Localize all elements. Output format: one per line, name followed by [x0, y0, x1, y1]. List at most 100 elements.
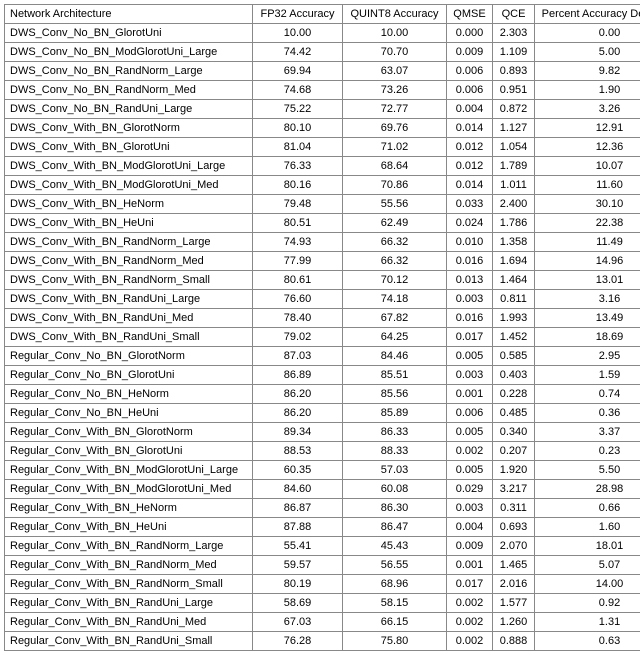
table-body: DWS_Conv_No_BN_GlorotUni10.0010.000.0002… — [5, 24, 640, 651]
cell-fp32: 67.03 — [253, 613, 343, 632]
cell-qce: 2.016 — [493, 575, 535, 594]
cell-arch: DWS_Conv_No_BN_RandNorm_Large — [5, 62, 253, 81]
cell-pad: 0.74 — [535, 385, 640, 404]
cell-qce: 1.464 — [493, 271, 535, 290]
cell-qmse: 0.004 — [447, 100, 493, 119]
cell-qmse: 0.002 — [447, 442, 493, 461]
cell-quint8: 63.07 — [343, 62, 447, 81]
cell-quint8: 75.80 — [343, 632, 447, 651]
table-row: Regular_Conv_With_BN_RandNorm_Med59.5756… — [5, 556, 640, 575]
cell-fp32: 79.48 — [253, 195, 343, 214]
cell-fp32: 88.53 — [253, 442, 343, 461]
table-row: DWS_Conv_With_BN_RandNorm_Large74.9366.3… — [5, 233, 640, 252]
cell-qce: 0.228 — [493, 385, 535, 404]
cell-pad: 0.00 — [535, 24, 640, 43]
cell-qce: 1.011 — [493, 176, 535, 195]
cell-arch: Regular_Conv_With_BN_RandNorm_Small — [5, 575, 253, 594]
cell-arch: Regular_Conv_With_BN_RandNorm_Large — [5, 537, 253, 556]
cell-arch: DWS_Conv_No_BN_RandUni_Large — [5, 100, 253, 119]
cell-quint8: 66.32 — [343, 252, 447, 271]
cell-pad: 5.50 — [535, 461, 640, 480]
cell-fp32: 77.99 — [253, 252, 343, 271]
cell-arch: DWS_Conv_With_BN_ModGlorotUni_Med — [5, 176, 253, 195]
col-qce: QCE — [493, 5, 535, 24]
cell-qmse: 0.009 — [447, 43, 493, 62]
cell-pad: 5.07 — [535, 556, 640, 575]
cell-qmse: 0.005 — [447, 347, 493, 366]
cell-qce: 3.217 — [493, 480, 535, 499]
cell-qce: 2.303 — [493, 24, 535, 43]
cell-qce: 1.789 — [493, 157, 535, 176]
table-row: DWS_Conv_With_BN_ModGlorotUni_Med80.1670… — [5, 176, 640, 195]
cell-qmse: 0.001 — [447, 385, 493, 404]
cell-pad: 28.98 — [535, 480, 640, 499]
cell-arch: Regular_Conv_With_BN_HeUni — [5, 518, 253, 537]
cell-fp32: 84.60 — [253, 480, 343, 499]
cell-qce: 0.872 — [493, 100, 535, 119]
cell-arch: DWS_Conv_With_BN_RandNorm_Med — [5, 252, 253, 271]
cell-qce: 1.260 — [493, 613, 535, 632]
cell-qmse: 0.012 — [447, 138, 493, 157]
col-fp32: FP32 Accuracy — [253, 5, 343, 24]
table-row: Regular_Conv_With_BN_HeUni87.8886.470.00… — [5, 518, 640, 537]
cell-arch: DWS_Conv_With_BN_ModGlorotUni_Large — [5, 157, 253, 176]
cell-quint8: 56.55 — [343, 556, 447, 575]
cell-quint8: 73.26 — [343, 81, 447, 100]
cell-pad: 14.00 — [535, 575, 640, 594]
cell-fp32: 55.41 — [253, 537, 343, 556]
cell-arch: DWS_Conv_With_BN_RandNorm_Large — [5, 233, 253, 252]
table-row: Regular_Conv_No_BN_HeUni86.2085.890.0060… — [5, 404, 640, 423]
cell-qmse: 0.006 — [447, 62, 493, 81]
cell-arch: Regular_Conv_With_BN_RandUni_Med — [5, 613, 253, 632]
cell-quint8: 84.46 — [343, 347, 447, 366]
cell-pad: 3.26 — [535, 100, 640, 119]
cell-fp32: 86.20 — [253, 404, 343, 423]
cell-quint8: 67.82 — [343, 309, 447, 328]
cell-qce: 1.054 — [493, 138, 535, 157]
table-row: DWS_Conv_No_BN_ModGlorotUni_Large74.4270… — [5, 43, 640, 62]
cell-pad: 12.91 — [535, 119, 640, 138]
cell-qmse: 0.024 — [447, 214, 493, 233]
cell-quint8: 86.33 — [343, 423, 447, 442]
cell-arch: DWS_Conv_No_BN_RandNorm_Med — [5, 81, 253, 100]
cell-fp32: 86.89 — [253, 366, 343, 385]
cell-arch: DWS_Conv_With_BN_RandUni_Large — [5, 290, 253, 309]
cell-fp32: 10.00 — [253, 24, 343, 43]
cell-quint8: 85.51 — [343, 366, 447, 385]
cell-arch: Regular_Conv_No_BN_HeUni — [5, 404, 253, 423]
cell-qmse: 0.009 — [447, 537, 493, 556]
table-row: DWS_Conv_No_BN_RandNorm_Large69.9463.070… — [5, 62, 640, 81]
cell-quint8: 64.25 — [343, 328, 447, 347]
cell-quint8: 72.77 — [343, 100, 447, 119]
cell-arch: DWS_Conv_No_BN_GlorotUni — [5, 24, 253, 43]
cell-arch: Regular_Conv_With_BN_RandUni_Large — [5, 594, 253, 613]
cell-fp32: 58.69 — [253, 594, 343, 613]
cell-arch: Regular_Conv_No_BN_HeNorm — [5, 385, 253, 404]
cell-arch: DWS_Conv_With_BN_RandUni_Med — [5, 309, 253, 328]
table-row: Regular_Conv_With_BN_RandUni_Med67.0366.… — [5, 613, 640, 632]
cell-qce: 1.358 — [493, 233, 535, 252]
cell-quint8: 70.70 — [343, 43, 447, 62]
cell-pad: 0.36 — [535, 404, 640, 423]
cell-fp32: 78.40 — [253, 309, 343, 328]
col-pad: Percent Accuracy Decrease — [535, 5, 640, 24]
cell-qmse: 0.004 — [447, 518, 493, 537]
cell-pad: 13.01 — [535, 271, 640, 290]
table-row: Regular_Conv_No_BN_HeNorm86.2085.560.001… — [5, 385, 640, 404]
col-arch: Network Architecture — [5, 5, 253, 24]
cell-quint8: 68.96 — [343, 575, 447, 594]
cell-pad: 0.23 — [535, 442, 640, 461]
cell-pad: 14.96 — [535, 252, 640, 271]
cell-arch: DWS_Conv_No_BN_ModGlorotUni_Large — [5, 43, 253, 62]
table-row: DWS_Conv_With_BN_HeUni80.5162.490.0241.7… — [5, 214, 640, 233]
cell-pad: 0.92 — [535, 594, 640, 613]
cell-arch: Regular_Conv_With_BN_RandUni_Small — [5, 632, 253, 651]
cell-fp32: 60.35 — [253, 461, 343, 480]
cell-arch: Regular_Conv_With_BN_ModGlorotUni_Med — [5, 480, 253, 499]
cell-qce: 1.577 — [493, 594, 535, 613]
cell-pad: 10.07 — [535, 157, 640, 176]
cell-qmse: 0.006 — [447, 404, 493, 423]
cell-fp32: 86.87 — [253, 499, 343, 518]
cell-quint8: 88.33 — [343, 442, 447, 461]
table-row: DWS_Conv_With_BN_RandUni_Med78.4067.820.… — [5, 309, 640, 328]
